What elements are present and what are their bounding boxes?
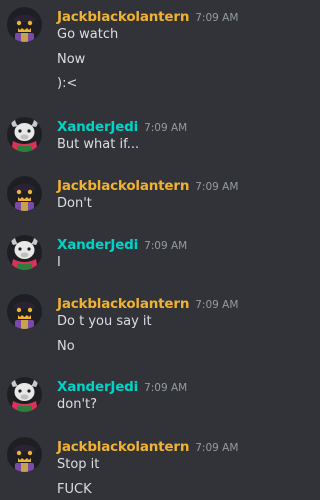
message-text: I — [57, 255, 61, 270]
username[interactable]: Jackblackolantern — [57, 9, 189, 25]
message-header: Jackblackolantern 7:09 AM — [57, 294, 238, 314]
message-text: don't? — [57, 397, 98, 412]
username[interactable]: Jackblackolantern — [57, 296, 189, 312]
message-header: XanderJedi 7:09 AM — [57, 377, 187, 397]
jack-o-lantern-avatar-icon[interactable] — [7, 437, 42, 472]
message-text: Stop it — [57, 457, 100, 472]
username[interactable]: XanderJedi — [57, 379, 138, 395]
jack-o-lantern-avatar-icon[interactable] — [7, 294, 42, 329]
timestamp: 7:09 AM — [195, 442, 239, 454]
message-text: But what if... — [57, 137, 140, 152]
timestamp: 7:09 AM — [144, 382, 188, 394]
message-text: Do t you say it — [57, 314, 152, 329]
message-text: ):< — [57, 76, 78, 91]
message-header: Jackblackolantern 7:09 AM — [57, 437, 238, 457]
goat-avatar-icon[interactable] — [7, 377, 42, 412]
message-text: Don't — [57, 196, 92, 211]
timestamp: 7:09 AM — [195, 12, 239, 24]
message-header: XanderJedi 7:09 AM — [57, 235, 187, 255]
message-header: Jackblackolantern 7:09 AM — [57, 176, 238, 196]
timestamp: 7:09 AM — [195, 181, 239, 193]
message-text: No — [57, 339, 75, 354]
timestamp: 7:09 AM — [195, 299, 239, 311]
message-header: XanderJedi 7:09 AM — [57, 117, 187, 137]
timestamp: 7:09 AM — [144, 240, 188, 252]
message-text: Go watch — [57, 27, 119, 42]
chat-messages: Jackblackolantern 7:09 AM Go watch Now ):… — [0, 0, 287, 500]
jack-o-lantern-avatar-icon[interactable] — [7, 176, 42, 211]
username[interactable]: XanderJedi — [57, 119, 138, 135]
jack-o-lantern-avatar-icon[interactable] — [7, 7, 42, 42]
username[interactable]: Jackblackolantern — [57, 439, 189, 455]
message-text: Now — [57, 52, 86, 67]
message-text: FUCK — [57, 482, 92, 497]
goat-avatar-icon[interactable] — [7, 117, 42, 152]
timestamp: 7:09 AM — [144, 122, 188, 134]
message-header: Jackblackolantern 7:09 AM — [57, 7, 238, 27]
username[interactable]: XanderJedi — [57, 237, 138, 253]
username[interactable]: Jackblackolantern — [57, 178, 189, 194]
goat-avatar-icon[interactable] — [7, 235, 42, 270]
